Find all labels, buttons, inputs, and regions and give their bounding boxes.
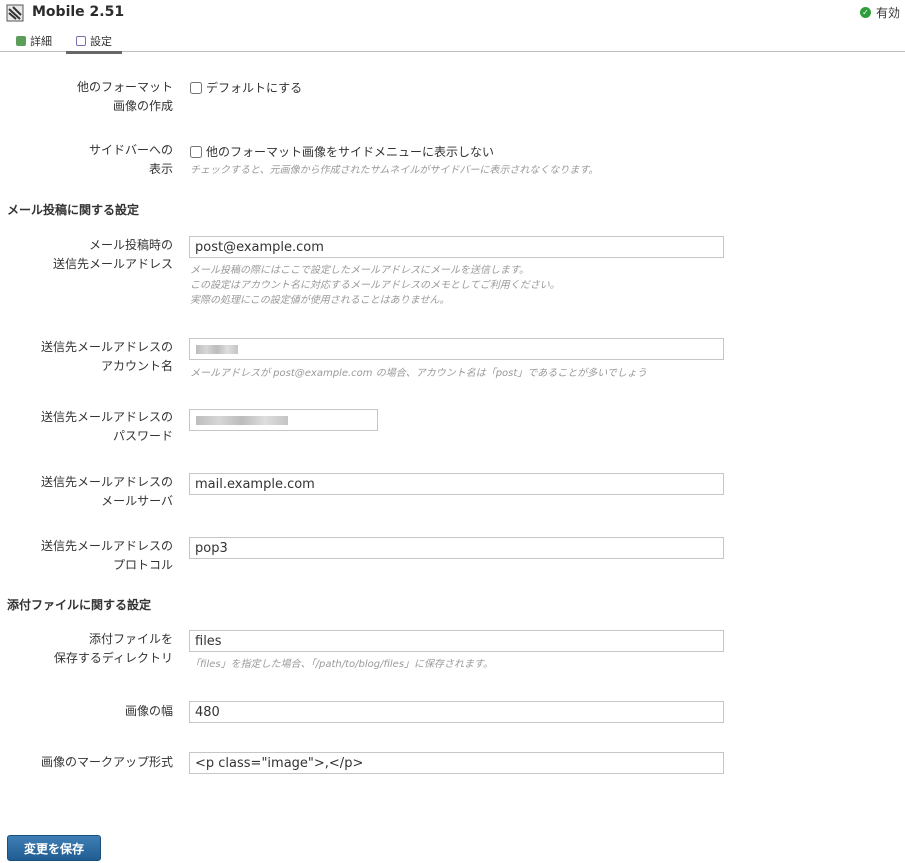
image-width-label: 画像の幅 xyxy=(124,704,173,718)
redacted-password xyxy=(196,416,288,425)
other-format-label: 他のフォーマット 画像の作成 xyxy=(76,80,173,113)
account-name-input[interactable] xyxy=(189,338,724,360)
mail-address-label: メール投稿時の 送信先メールアドレス xyxy=(52,238,173,271)
default-format-checkbox[interactable] xyxy=(190,81,202,94)
attachment-dir-input[interactable] xyxy=(189,630,724,652)
protocol-input[interactable] xyxy=(189,537,724,559)
save-changes-button[interactable]: 変更を保存 xyxy=(7,835,101,861)
account-name-hint: メールアドレスが post@example.com の場合、アカウント名は「po… xyxy=(190,368,647,379)
image-markup-input[interactable] xyxy=(189,752,724,774)
attachment-dir-label: 添付ファイルを 保存するディレクトリ xyxy=(53,632,173,665)
attachment-dir-hint: 「files」を指定した場合、「/path/to/blog/files」に保存さ… xyxy=(190,659,494,670)
tab-label: 詳細 xyxy=(30,35,52,48)
tab-bar: 詳細 設定 xyxy=(0,30,905,54)
image-width-input[interactable] xyxy=(189,701,724,723)
protocol-label: 送信先メールアドレスの プロトコル xyxy=(40,539,173,572)
mail-address-input[interactable] xyxy=(189,236,724,258)
mail-server-input[interactable] xyxy=(189,473,724,495)
tab-details[interactable]: 詳細 xyxy=(16,33,52,49)
plugin-status: ✓ 有効 xyxy=(859,4,900,21)
redacted-account-name xyxy=(196,345,238,354)
password-label: 送信先メールアドレスの パスワード xyxy=(40,410,173,443)
hide-sidebar-option[interactable]: 他のフォーマット画像をサイドメニューに表示しない xyxy=(189,143,494,160)
hide-sidebar-checkbox[interactable] xyxy=(190,145,202,158)
plugin-title: Mobile 2.51 xyxy=(32,4,125,20)
default-format-option[interactable]: デフォルトにする xyxy=(189,79,302,96)
tab-label: 設定 xyxy=(90,35,112,48)
image-markup-label: 画像のマークアップ形式 xyxy=(40,755,173,769)
settings-icon xyxy=(76,36,86,46)
sidebar-hint: チェックすると、元画像から作成されたサムネイルがサイドバーに表示されなくなります… xyxy=(190,165,599,176)
mail-address-hint: メール投稿の際にはここで設定したメールアドレスにメールを送信します。 この設定は… xyxy=(190,265,560,306)
check-circle-icon: ✓ xyxy=(859,7,871,18)
sidebar-display-label: サイドバーへの 表示 xyxy=(88,143,173,176)
mail-server-label: 送信先メールアドレスの メールサーバ xyxy=(40,475,173,508)
mail-section-title: メール投稿に関する設定 xyxy=(7,203,140,217)
tab-settings[interactable]: 設定 xyxy=(66,33,122,54)
account-name-label: 送信先メールアドレスの アカウント名 xyxy=(40,340,173,373)
details-icon xyxy=(16,36,26,46)
plugin-icon xyxy=(6,4,24,22)
plugin-header: Mobile 2.51 ✓ 有効 xyxy=(0,0,905,28)
attachment-section-title: 添付ファイルに関する設定 xyxy=(7,598,152,612)
status-label: 有効 xyxy=(875,6,900,20)
checkbox-label: デフォルトにする xyxy=(206,81,303,95)
checkbox-label: 他のフォーマット画像をサイドメニューに表示しない xyxy=(206,145,495,159)
